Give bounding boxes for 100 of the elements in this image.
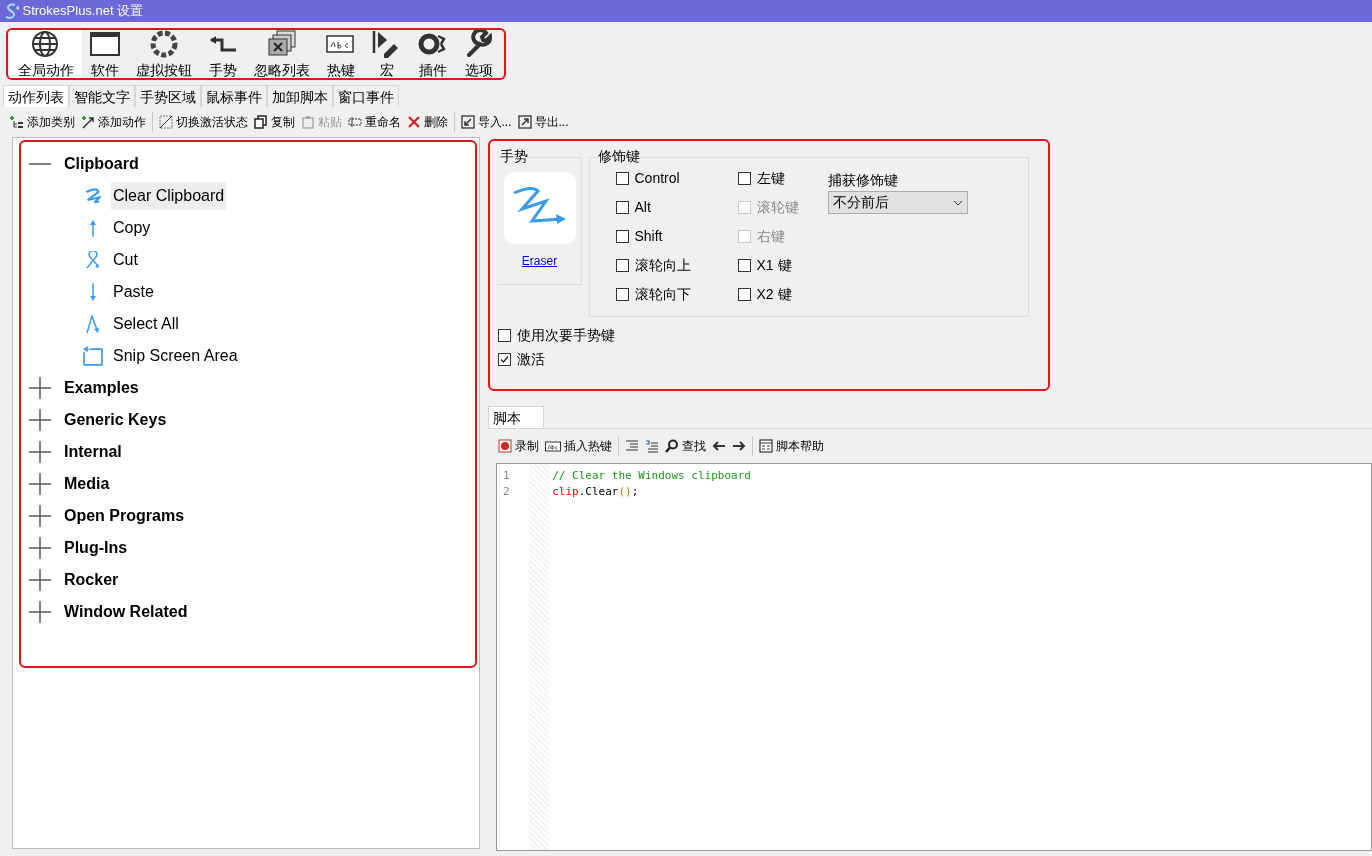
toolbar-button[interactable]: 热键 [318, 30, 364, 78]
copy-icon [253, 115, 268, 130]
checkbox-label: 右键 [756, 227, 785, 247]
checkbox-label: 使用次要手势键 [517, 326, 615, 346]
tree-item[interactable]: Paste [111, 278, 156, 307]
tree-item[interactable]: Snip Screen Area [111, 342, 240, 371]
checkbox-label: 激活 [517, 350, 545, 370]
tree-category[interactable]: Window Related [64, 600, 188, 625]
paste-icon [300, 115, 315, 130]
export-icon [517, 115, 532, 130]
tab[interactable]: 手势区域 [135, 85, 202, 108]
line-number: 2 [503, 484, 511, 500]
indent-icon [624, 439, 639, 454]
checkbox[interactable] [615, 172, 629, 186]
tree-item[interactable]: Cut [111, 246, 140, 275]
add-category-icon [9, 115, 24, 130]
tab[interactable]: 窗口事件 [333, 85, 400, 108]
checkbox-label: Shift [634, 227, 663, 247]
up-arrow-gesture-icon [90, 219, 96, 237]
keyboard-key-icon [544, 439, 561, 454]
checkbox[interactable] [615, 201, 629, 215]
help-document-icon [758, 439, 773, 454]
toolbar-button[interactable]: 脚本帮助 [755, 436, 827, 457]
toolbar-button[interactable]: 删除 [403, 112, 451, 133]
toolbar-button[interactable]: 软件 [82, 30, 128, 78]
tree-category[interactable]: Internal [64, 440, 122, 465]
toolbar-button[interactable]: 宏 [364, 30, 410, 78]
tree-item[interactable]: Select All [111, 310, 181, 339]
checkbox[interactable] [737, 172, 751, 186]
checkbox-label: 滚轮键 [756, 198, 799, 218]
toolbar-button[interactable]: 插入热键 [541, 436, 615, 457]
line-number: 1 [503, 467, 511, 484]
checkbox[interactable] [615, 230, 629, 244]
toolbar-button[interactable]: 录制 [494, 436, 542, 457]
toolbar-button[interactable]: 插件 [410, 30, 456, 78]
comment-lines-icon [644, 439, 659, 454]
window-title: StrokesPlus.net 设置 [22, 2, 144, 21]
app-logo-icon [3, 2, 20, 20]
ring-icon [149, 30, 179, 58]
checkbox[interactable] [498, 353, 511, 367]
code-line: clip.Clear(); [552, 484, 640, 500]
tree-item[interactable]: Clear Clipboard [111, 182, 227, 211]
tree-category[interactable]: Media [64, 472, 110, 497]
chevron-down-icon [952, 199, 963, 206]
toolbar-button[interactable]: 添加动作 [77, 112, 149, 133]
tree-item[interactable]: Copy [111, 214, 153, 243]
checkbox[interactable] [737, 259, 751, 273]
tab[interactable]: 鼠标事件 [201, 85, 268, 108]
gesture-name-link[interactable]: Eraser [521, 252, 558, 271]
tab[interactable]: 脚本 [488, 406, 544, 429]
tab[interactable]: 智能文字 [69, 85, 136, 108]
toolbar-button[interactable]: 手势 [200, 30, 246, 78]
toolbar-button[interactable]: 选项 [456, 30, 502, 78]
window-stack-icon [267, 30, 297, 58]
code-editor[interactable]: 1 2 // Clear the Windows clipboard clip.Clear(); [496, 463, 1372, 852]
import-icon [460, 115, 475, 130]
checkbox-label: 滚轮向下 [634, 285, 691, 305]
toolbar-button[interactable]: 重命名 [344, 112, 404, 133]
add-action-icon [80, 115, 95, 130]
toolbar-button[interactable]: 虚拟按钮 [128, 30, 200, 78]
tree-category[interactable]: Rocker [64, 568, 119, 593]
tab[interactable]: 动作列表 [3, 85, 70, 108]
checkbox-label: 滚轮向上 [634, 256, 691, 276]
toolbar-button[interactable]: 导入... [457, 112, 515, 133]
checkbox[interactable] [615, 288, 629, 302]
toolbar-button[interactable]: 切换激活状态 [155, 112, 251, 133]
rename-icon [347, 115, 362, 130]
window-icon [90, 30, 120, 58]
toolbar-button[interactable]: 导出... [514, 112, 572, 133]
checkbox-label: 左键 [756, 169, 785, 189]
tree-category[interactable]: Examples [64, 376, 139, 401]
checkbox[interactable] [615, 259, 629, 273]
tab[interactable]: 加卸脚本 [267, 85, 334, 108]
toolbar-button[interactable]: 添加类别 [6, 112, 78, 133]
checkbox-label: Alt [634, 198, 651, 218]
tree-category[interactable]: Generic Keys [64, 408, 167, 433]
checkbox-label: X2 键 [756, 285, 792, 305]
tree-category[interactable]: Plug-Ins [64, 536, 128, 561]
checkbox-label: Control [634, 169, 680, 189]
field-label: 捕获修饰键 [827, 171, 899, 191]
toolbar-button[interactable]: 全局动作 [10, 30, 82, 78]
down-arrow-gesture-icon [90, 283, 96, 302]
tree-category[interactable]: Open Programs [64, 504, 185, 529]
toolbar-button[interactable]: 查找 [661, 436, 709, 457]
toolbar-button[interactable]: 复制 [250, 112, 298, 133]
toolbar-button[interactable]: 忽略列表 [246, 30, 318, 78]
checkbox[interactable] [498, 329, 511, 343]
checkbox[interactable] [737, 288, 751, 302]
wrench-icon [464, 30, 494, 58]
dropdown[interactable]: 不分前后 [827, 191, 968, 215]
code-line: // Clear the Windows clipboard [552, 467, 751, 484]
peak-gesture-icon [86, 314, 100, 334]
toggle-icon [158, 115, 173, 130]
checkbox-label: X1 键 [756, 256, 792, 276]
box-gesture-icon [83, 346, 103, 367]
tree-category[interactable]: Clipboard [64, 152, 139, 177]
delete-icon [406, 115, 421, 130]
loop-gesture-icon [86, 251, 100, 270]
record-icon [497, 439, 512, 454]
globe-icon [31, 30, 61, 58]
